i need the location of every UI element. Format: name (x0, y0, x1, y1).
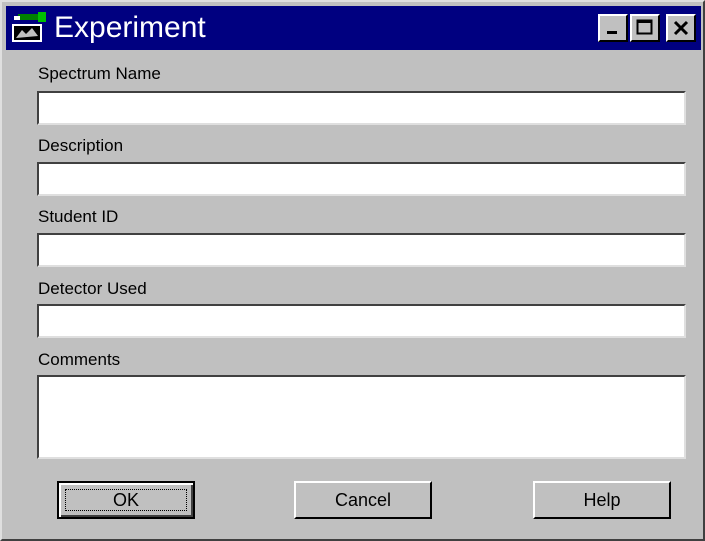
comments-label: Comments (38, 350, 121, 369)
description-label: Description (38, 136, 124, 155)
experiment-dialog: Experiment Spectrum Name Description Stu… (0, 0, 705, 541)
minimize-button[interactable] (598, 14, 628, 42)
detector-used-field[interactable] (37, 304, 686, 338)
title-bar[interactable]: Experiment (6, 6, 701, 50)
cancel-button[interactable]: Cancel (294, 481, 432, 519)
close-icon (673, 20, 689, 36)
detector-used-label: Detector Used (38, 279, 147, 298)
ok-button[interactable]: OK (57, 481, 195, 519)
spectrum-name-field[interactable] (37, 91, 686, 125)
help-button[interactable]: Help (533, 481, 671, 519)
description-field[interactable] (37, 162, 686, 196)
maximize-button[interactable] (630, 14, 660, 42)
minimize-icon (607, 31, 617, 34)
close-button[interactable] (666, 14, 696, 42)
spectrum-name-label: Spectrum Name (38, 64, 161, 83)
student-id-label: Student ID (38, 207, 119, 226)
window-title: Experiment (54, 11, 206, 44)
ok-button-label: OK (65, 489, 187, 511)
comments-field[interactable] (37, 375, 686, 459)
maximize-icon (636, 19, 653, 35)
student-id-field[interactable] (37, 233, 686, 267)
experiment-app-icon[interactable] (10, 10, 48, 46)
